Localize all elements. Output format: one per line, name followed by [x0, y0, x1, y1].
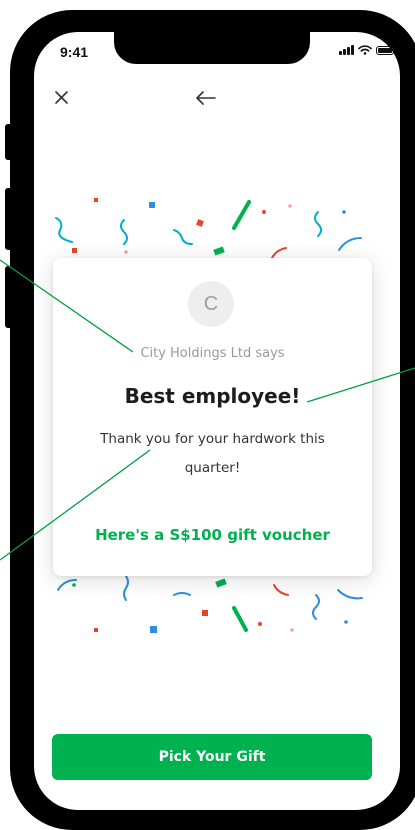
sender-label: City Holdings Ltd says — [140, 346, 285, 361]
notch — [114, 32, 310, 64]
status-time: 9:41 — [60, 44, 89, 60]
pick-gift-button[interactable]: Pick Your Gift — [52, 734, 372, 780]
battery-icon — [375, 45, 394, 55]
voucher-text: Here's a S$100 gift voucher — [95, 526, 330, 544]
back-button[interactable] — [193, 86, 219, 110]
close-icon — [55, 91, 68, 104]
avatar: C — [188, 281, 234, 327]
signal-icon — [339, 45, 354, 55]
arrow-left-icon — [196, 91, 216, 105]
close-button[interactable] — [50, 86, 74, 110]
wifi-icon — [357, 45, 372, 55]
pick-gift-button-label: Pick Your Gift — [158, 749, 266, 765]
status-icons — [339, 45, 394, 55]
card-headline: Best employee! — [124, 384, 301, 408]
gift-card: C City Holdings Ltd says Best employee! … — [53, 258, 372, 576]
card-message: Thank you for your hardwork this quarter… — [100, 431, 325, 476]
